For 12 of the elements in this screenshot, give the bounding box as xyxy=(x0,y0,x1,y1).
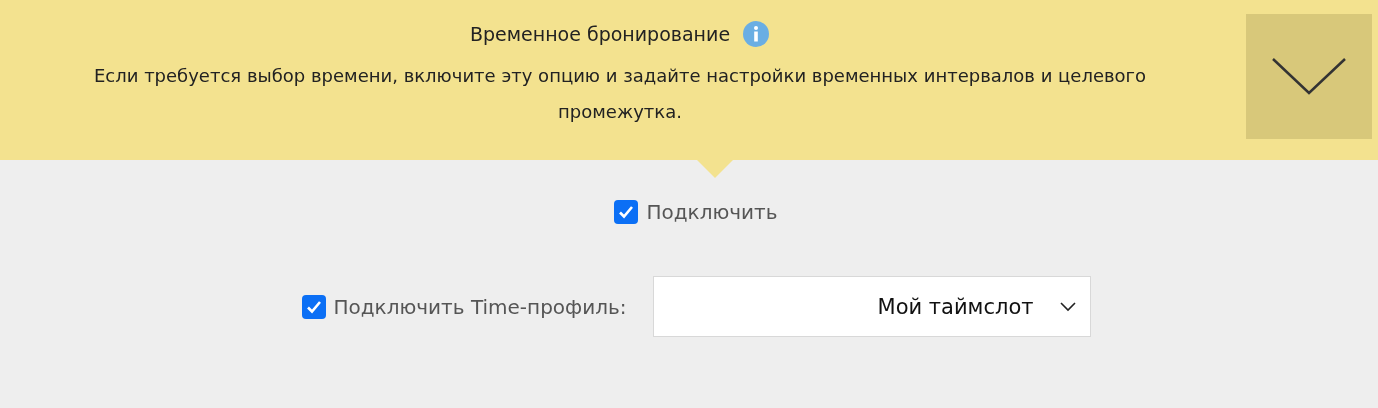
info-icon xyxy=(742,20,771,48)
checkbox[interactable] xyxy=(614,200,639,224)
chevron-down-icon xyxy=(1271,56,1347,97)
checkbox-label: Подключить xyxy=(646,200,778,224)
checkbox[interactable] xyxy=(301,294,326,319)
chevron-down-icon xyxy=(1059,301,1076,312)
banner-title: Временное бронирование xyxy=(469,23,731,45)
checkmark-icon xyxy=(305,299,322,314)
profile-dropdown[interactable]: Мой таймслот xyxy=(652,276,1091,337)
checkbox-label: Подключить Time-профиль: xyxy=(333,294,627,319)
checkmark-icon xyxy=(618,205,635,219)
banner-description: Если требуется выбор времени, включите эту опцию и задайте настройки временных интервалов и целевого промежутка. xyxy=(92,64,1148,124)
